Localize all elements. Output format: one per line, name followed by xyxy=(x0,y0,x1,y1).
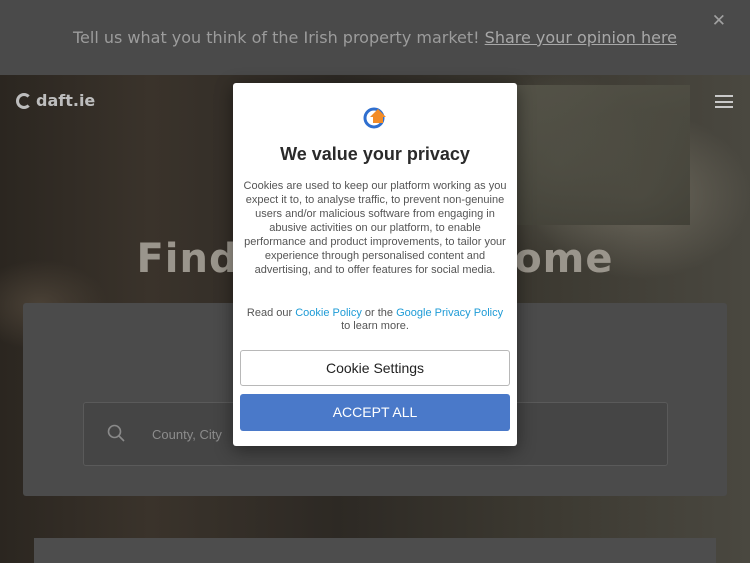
cookie-settings-button[interactable]: Cookie Settings xyxy=(240,350,510,386)
close-icon[interactable]: ✕ xyxy=(712,11,726,31)
share-opinion-link[interactable]: Share your opinion here xyxy=(485,28,677,47)
search-icon xyxy=(107,424,125,442)
survey-banner: Tell us what you think of the Irish prop… xyxy=(0,0,750,75)
hamburger-menu-icon[interactable] xyxy=(715,95,733,108)
logo-text: daft.ie xyxy=(36,91,96,110)
read-prefix: Read our xyxy=(246,307,296,319)
survey-banner-message: Tell us what you think of the Irish prop… xyxy=(72,28,485,47)
daft-logo-icon xyxy=(363,107,386,129)
cookie-policy-link[interactable]: Cookie Policy xyxy=(295,307,362,319)
site-logo[interactable]: daft.ie xyxy=(16,91,95,110)
daft-logo-icon xyxy=(16,92,32,109)
modal-body-text: Cookies are used to keep our platform wo… xyxy=(243,180,507,276)
search-placeholder: County, City xyxy=(152,427,222,442)
policy-links: Read our Cookie Policy or the Google Pri… xyxy=(245,307,505,333)
google-privacy-policy-link[interactable]: Google Privacy Policy xyxy=(396,307,503,319)
survey-banner-text: Tell us what you think of the Irish prop… xyxy=(0,28,750,47)
read-middle: or the xyxy=(361,307,397,319)
read-suffix: to learn more. xyxy=(341,320,409,332)
cookie-consent-modal: We value your privacy Cookies are used t… xyxy=(233,83,517,446)
modal-title: We value your privacy xyxy=(280,144,470,164)
content-card xyxy=(34,538,716,563)
accept-all-button[interactable]: ACCEPT ALL xyxy=(240,394,510,431)
